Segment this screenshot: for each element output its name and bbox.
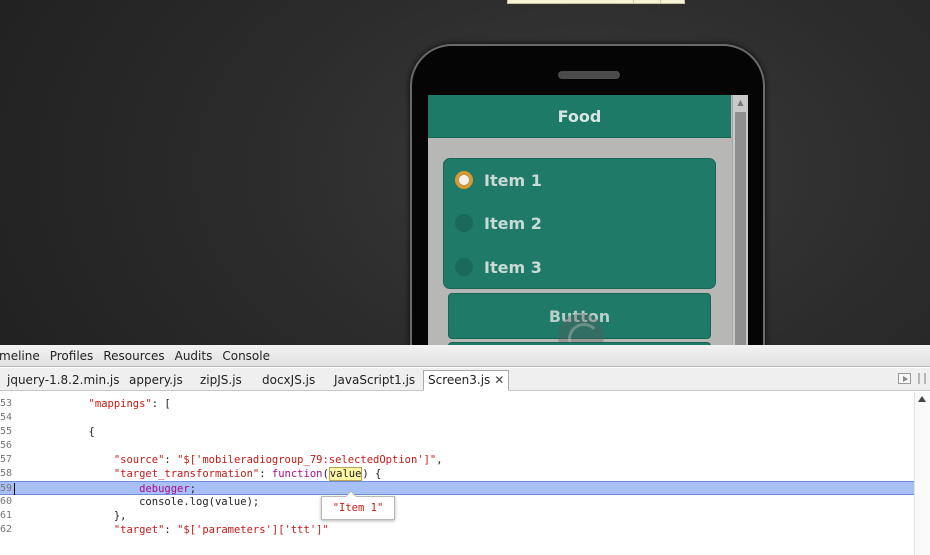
line-number[interactable]: 61 <box>0 509 12 523</box>
screen-scrollbar[interactable]: ▲ <box>732 95 748 345</box>
code-text: { <box>19 425 95 439</box>
code-line: 61 }, <box>0 509 914 523</box>
tab-timeline[interactable]: meline <box>0 349 45 363</box>
top-element-strip <box>507 0 685 4</box>
variable-value-tooltip: "Item 1" <box>321 491 395 520</box>
radio-group: Item 1 Item 2 Item 3 <box>443 158 716 289</box>
code-line: 53 "mappings": [ <box>0 397 914 411</box>
line-number[interactable]: 58 <box>0 467 12 481</box>
file-tab-javascript1[interactable]: JavaScript1.js <box>334 371 415 391</box>
code-punct: }, <box>113 510 127 522</box>
pause-icon[interactable] <box>918 373 926 384</box>
file-tab-label: Screen3.js <box>428 373 491 387</box>
line-number[interactable]: 60 <box>0 495 12 509</box>
code-punct: : [ <box>151 398 171 410</box>
file-tab-appery[interactable]: appery.js <box>129 371 183 391</box>
close-icon[interactable]: ✕ <box>494 373 504 387</box>
keyword: function <box>271 468 323 480</box>
code-line: 57 "source": "$['mobileradiogroup_79:sel… <box>0 453 914 467</box>
scroll-up-icon[interactable]: ▲ <box>733 95 748 110</box>
code-line: 62 "target": "$['parameters']['ttt']" <box>0 523 914 537</box>
code-line: 60 console.log(value); <box>0 495 914 509</box>
json-key: "target_transformation" <box>113 468 260 480</box>
preview-stage: Food ▲ Item 1 Item 2 Item 3 Button <box>0 0 930 345</box>
json-key: "source" <box>113 454 165 466</box>
radio-item-3[interactable]: Item 3 <box>444 247 717 287</box>
code-text: "source": "$['mobileradiogroup_79:select… <box>113 454 443 466</box>
json-key: "target" <box>113 524 165 536</box>
file-tab-screen3[interactable]: Screen3.js ✕ <box>423 370 510 391</box>
line-number[interactable]: 53 <box>0 397 12 411</box>
phone-speaker <box>558 71 620 79</box>
radio-item-1[interactable]: Item 1 <box>444 160 717 200</box>
file-tab-zipjs[interactable]: zipJS.js <box>200 371 242 391</box>
line-number[interactable]: 62 <box>0 523 12 537</box>
line-number[interactable]: 57 <box>0 453 12 467</box>
file-tab-docxjs[interactable]: docxJS.js <box>262 371 315 391</box>
radio-label: Item 1 <box>484 170 542 190</box>
code-text: debugger; <box>139 483 197 495</box>
tab-audits[interactable]: Audits <box>170 349 218 363</box>
keyword: debugger <box>139 483 190 495</box>
tooltip-value: "Item 1" <box>332 502 384 514</box>
editor-scrollbar[interactable] <box>914 392 930 555</box>
scroll-thumb[interactable] <box>735 112 746 345</box>
code-text: "mappings": [ <box>19 397 171 411</box>
code-text: console.log(value); <box>19 495 259 509</box>
code-line: 55 { <box>0 425 914 439</box>
code-line: 56 <box>0 439 914 453</box>
code-punct: ) { <box>362 468 382 480</box>
phone-screen: Food ▲ Item 1 Item 2 Item 3 Button <box>428 95 748 345</box>
devtools-panel: meline Profiles Resources Audits Console… <box>0 345 930 555</box>
line-number[interactable]: 55 <box>0 425 12 439</box>
tab-resources[interactable]: Resources <box>98 349 169 363</box>
radio-label: Item 2 <box>484 213 542 233</box>
code-text: "target": "$['parameters']['ttt']" <box>113 524 329 536</box>
radio-unchecked-icon[interactable] <box>455 258 473 276</box>
code-editor[interactable]: 52 53 "mappings": [ 54 55 { 56 57 "sourc… <box>0 392 914 555</box>
line-number[interactable]: 59 <box>0 482 12 496</box>
code-text: "target_transformation": function(value)… <box>113 467 382 481</box>
code-line: 54 <box>0 411 914 425</box>
tab-console[interactable]: Console <box>217 349 275 363</box>
json-key: "mappings" <box>88 398 152 410</box>
page-title: Food <box>557 106 602 126</box>
text-caret <box>14 483 15 495</box>
code-text: }, <box>19 509 127 523</box>
page-header: Food <box>428 95 731 138</box>
code-statement: console.log(value); <box>139 496 260 508</box>
radio-unchecked-icon[interactable] <box>455 214 473 232</box>
code-punct: { <box>88 426 95 438</box>
file-tab-jquery[interactable]: jquery-1.8.2.min.js <box>7 371 119 391</box>
radio-label: Item 3 <box>484 257 542 277</box>
radio-checked-icon[interactable] <box>455 171 473 189</box>
tab-profiles[interactable]: Profiles <box>45 349 99 363</box>
line-number[interactable]: 56 <box>0 439 12 453</box>
source-file-tabs: jquery-1.8.2.min.js appery.js zipJS.js d… <box>0 368 930 391</box>
toggle-debugger-pane-icon[interactable] <box>898 373 911 384</box>
line-number[interactable]: 54 <box>0 411 12 425</box>
json-value: "$['mobileradiogroup_79:selectedOption']… <box>177 454 437 466</box>
code-line-paused: 59 debugger; <box>0 481 914 495</box>
code-line: 58 "target_transformation": function(val… <box>0 467 914 481</box>
scroll-up-icon[interactable] <box>918 396 926 402</box>
devtools-panel-tabs: meline Profiles Resources Audits Console <box>0 345 930 367</box>
json-value: "$['parameters']['ttt']" <box>177 524 329 536</box>
radio-item-2[interactable]: Item 2 <box>444 203 717 243</box>
hovered-variable[interactable]: value <box>328 467 363 481</box>
